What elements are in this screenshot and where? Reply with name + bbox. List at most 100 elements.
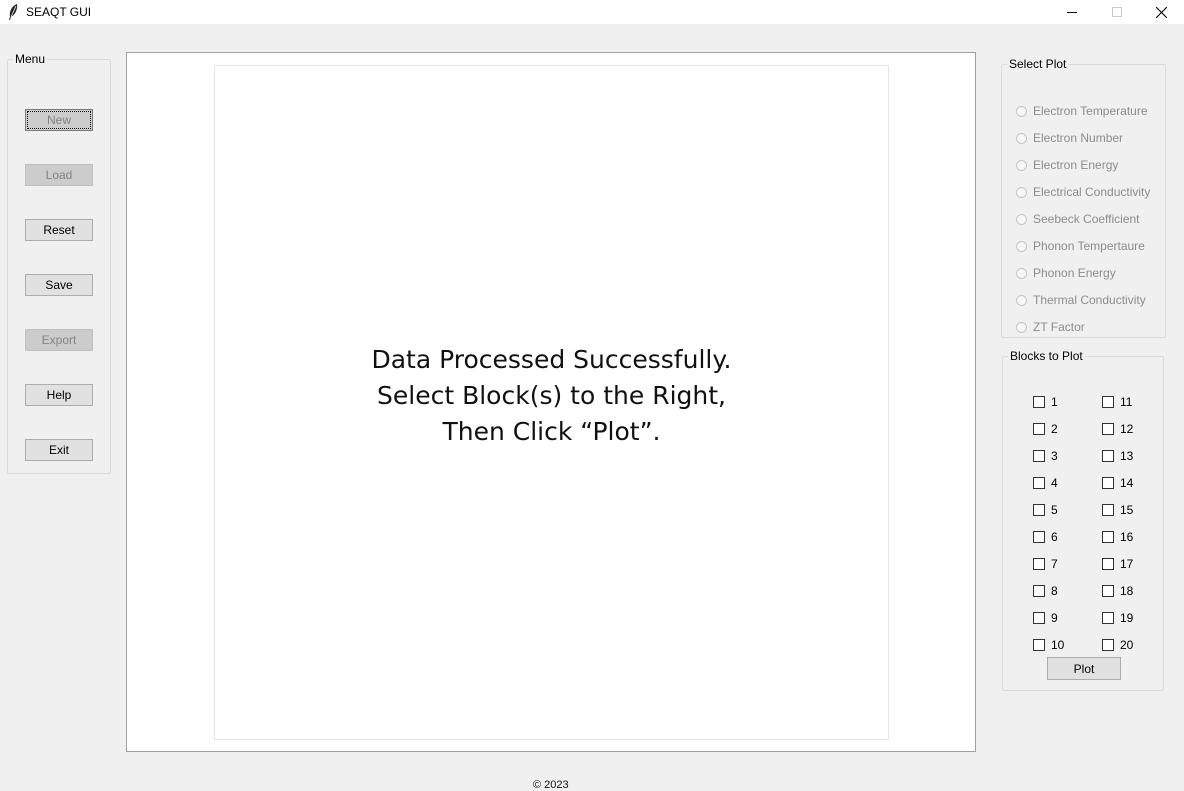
block-checkbox-12[interactable]: 12 (1102, 420, 1133, 438)
block-checkbox-5[interactable]: 5 (1033, 501, 1058, 519)
title-bar: SEAQT GUI (0, 0, 1184, 24)
radio-icon (1016, 267, 1027, 279)
reset-button[interactable]: Reset (25, 219, 93, 241)
block-checkbox-20[interactable]: 20 (1102, 636, 1133, 654)
radio-seebeck-coefficient[interactable]: Seebeck Coefficient (1016, 209, 1140, 229)
help-button[interactable]: Help (25, 384, 93, 406)
checkbox-label: 14 (1120, 476, 1134, 490)
block-checkbox-16[interactable]: 16 (1102, 528, 1133, 546)
export-button[interactable]: Export (25, 329, 93, 351)
load-button[interactable]: Load (25, 164, 93, 186)
checkbox-icon (1033, 612, 1045, 624)
checkbox-icon (1102, 477, 1114, 489)
radio-phonon-temperature[interactable]: Phonon Tempertaure (1016, 236, 1145, 256)
menu-group: Menu New Load Reset Save Export Help Exi… (7, 52, 111, 474)
window-title: SEAQT GUI (26, 5, 92, 19)
checkbox-icon (1102, 531, 1114, 543)
radio-phonon-energy[interactable]: Phonon Energy (1016, 263, 1116, 283)
checkbox-icon (1102, 450, 1114, 462)
checkbox-icon (1033, 531, 1045, 543)
checkbox-icon (1102, 504, 1114, 516)
checkbox-icon (1033, 558, 1045, 570)
radio-thermal-conductivity[interactable]: Thermal Conductivity (1016, 290, 1146, 310)
checkbox-label: 6 (1051, 530, 1058, 544)
checkbox-icon (1102, 639, 1114, 651)
block-checkbox-11[interactable]: 11 (1102, 393, 1132, 411)
exit-button[interactable]: Exit (25, 439, 93, 461)
checkbox-label: 9 (1051, 611, 1058, 625)
copyright-footer: © 2023 (533, 779, 569, 791)
checkbox-icon (1102, 396, 1114, 408)
new-button[interactable]: New (25, 109, 93, 131)
close-icon (1155, 6, 1167, 18)
checkbox-label: 16 (1120, 530, 1134, 544)
plot-button[interactable]: Plot (1047, 657, 1121, 680)
checkbox-label: 18 (1120, 584, 1134, 598)
radio-label: Electron Energy (1033, 158, 1119, 172)
radio-icon (1016, 186, 1027, 198)
radio-icon (1016, 132, 1027, 144)
checkbox-label: 12 (1120, 422, 1134, 436)
radio-label: ZT Factor (1033, 320, 1085, 334)
block-checkbox-8[interactable]: 8 (1033, 582, 1058, 600)
radio-icon (1016, 321, 1027, 333)
radio-label: Phonon Energy (1033, 266, 1116, 280)
block-checkbox-19[interactable]: 19 (1102, 609, 1133, 627)
radio-icon (1016, 294, 1027, 306)
block-checkbox-15[interactable]: 15 (1102, 501, 1133, 519)
status-message: Data Processed Successfully. Select Bloc… (215, 342, 888, 450)
checkbox-label: 15 (1120, 503, 1134, 517)
checkbox-label: 11 (1120, 395, 1133, 409)
block-checkbox-6[interactable]: 6 (1033, 528, 1058, 546)
checkbox-icon (1033, 639, 1045, 651)
block-checkbox-1[interactable]: 1 (1033, 393, 1058, 411)
checkbox-label: 5 (1051, 503, 1058, 517)
block-checkbox-18[interactable]: 18 (1102, 582, 1133, 600)
maximize-button[interactable] (1094, 0, 1140, 24)
feather-icon (9, 4, 18, 20)
radio-zt-factor[interactable]: ZT Factor (1016, 317, 1085, 337)
radio-label: Phonon Tempertaure (1033, 239, 1145, 253)
checkbox-icon (1033, 450, 1045, 462)
radio-electrical-conductivity[interactable]: Electrical Conductivity (1016, 182, 1150, 202)
radio-label: Electron Number (1033, 131, 1124, 145)
block-checkbox-2[interactable]: 2 (1033, 420, 1058, 438)
radio-icon (1016, 105, 1027, 117)
plot-area: Data Processed Successfully. Select Bloc… (214, 65, 889, 740)
block-checkbox-9[interactable]: 9 (1033, 609, 1058, 627)
minimize-icon (1067, 12, 1077, 13)
block-checkbox-13[interactable]: 13 (1102, 447, 1133, 465)
block-checkbox-4[interactable]: 4 (1033, 474, 1058, 492)
checkbox-icon (1102, 612, 1114, 624)
block-checkbox-10[interactable]: 10 (1033, 636, 1064, 654)
block-checkbox-17[interactable]: 17 (1102, 555, 1133, 573)
radio-electron-energy[interactable]: Electron Energy (1016, 155, 1118, 175)
select-plot-legend: Select Plot (1009, 57, 1067, 71)
checkbox-icon (1102, 423, 1114, 435)
checkbox-label: 13 (1120, 449, 1134, 463)
radio-electron-number[interactable]: Electron Number (1016, 128, 1123, 148)
block-checkbox-3[interactable]: 3 (1033, 447, 1058, 465)
minimize-button[interactable] (1049, 0, 1095, 24)
blocks-group: Blocks to Plot 1 2 3 4 5 6 7 8 9 10 11 1… (1002, 349, 1164, 691)
status-message-line: Select Block(s) to the Right, (377, 381, 726, 410)
radio-electron-temperature[interactable]: Electron Temperature (1016, 101, 1148, 121)
block-checkbox-7[interactable]: 7 (1033, 555, 1058, 573)
radio-icon (1016, 159, 1027, 171)
checkbox-label: 20 (1120, 638, 1134, 652)
block-checkbox-14[interactable]: 14 (1102, 474, 1133, 492)
close-button[interactable] (1138, 0, 1184, 24)
status-message-line: Then Click “Plot”. (442, 417, 661, 446)
radio-icon (1016, 240, 1027, 252)
menu-legend: Menu (15, 52, 46, 66)
checkbox-label: 2 (1051, 422, 1058, 436)
save-button[interactable]: Save (25, 274, 93, 296)
checkbox-label: 1 (1051, 395, 1058, 409)
checkbox-label: 8 (1051, 584, 1058, 598)
radio-icon (1016, 213, 1027, 225)
checkbox-label: 7 (1051, 557, 1058, 571)
checkbox-icon (1033, 396, 1045, 408)
radio-label: Seebeck Coefficient (1033, 212, 1140, 226)
status-message-line: Data Processed Successfully. (371, 345, 732, 374)
checkbox-icon (1033, 423, 1045, 435)
